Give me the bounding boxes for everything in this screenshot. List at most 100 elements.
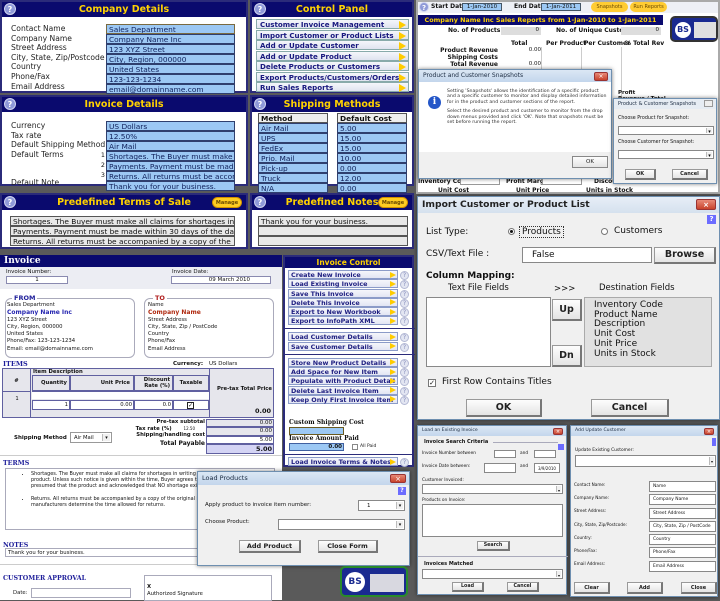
shipping-method-field[interactable]: Air Mail xyxy=(106,141,235,151)
close-form-button[interactable]: Close Form xyxy=(318,540,378,553)
end-date-field[interactable]: 1-Jan-2011 xyxy=(541,3,581,11)
add-update-product-button[interactable]: Add or Update Product xyxy=(256,50,409,61)
help-icon[interactable] xyxy=(712,438,716,446)
move-down-button[interactable]: Dn xyxy=(552,345,582,367)
cost-cell[interactable]: 12.00 xyxy=(337,173,407,183)
tax-rate-field[interactable]: 12.50% xyxy=(106,131,235,141)
item-description[interactable] xyxy=(32,391,209,399)
help-icon[interactable]: ? xyxy=(4,98,16,110)
country-field[interactable]: United States xyxy=(106,64,235,74)
email-input[interactable]: Email Address xyxy=(649,560,716,572)
help-icon[interactable]: ? xyxy=(400,386,409,396)
custom-shipping-field[interactable] xyxy=(289,427,344,435)
ok-button[interactable]: OK xyxy=(466,399,542,417)
add-update-customer-button[interactable]: Add or Update Customer xyxy=(256,40,409,50)
add-button[interactable]: Add xyxy=(627,582,663,594)
export-workbook-button[interactable]: Export to New Workbook? xyxy=(288,307,409,318)
save-invoice-button[interactable]: Save This Invoice? xyxy=(288,288,409,299)
help-icon[interactable]: ? xyxy=(400,377,409,387)
default-note-field[interactable]: Thank you for your business. xyxy=(106,181,235,191)
store-product-details-button[interactable]: Store New Product Details? xyxy=(288,357,409,368)
existing-customer-combo[interactable]: ▾ xyxy=(575,455,716,467)
country-input[interactable]: Country xyxy=(649,534,716,546)
help-icon[interactable]: ? xyxy=(400,289,409,299)
load-terms-notes-button[interactable]: Load Invoice Terms & Notes? xyxy=(288,457,409,467)
method-cell[interactable]: UPS xyxy=(258,133,328,143)
keep-first-item-button[interactable]: Keep Only First Invoice Item? xyxy=(288,394,409,405)
products-radio[interactable] xyxy=(508,228,515,235)
cost-cell[interactable]: 0.00 xyxy=(337,163,407,173)
customer-combo[interactable]: ▾ xyxy=(618,150,714,159)
destination-field[interactable]: Units in Stock xyxy=(594,349,711,360)
note-item[interactable] xyxy=(258,236,408,246)
close-icon[interactable]: × xyxy=(696,199,716,210)
all-paid-checkbox[interactable] xyxy=(352,444,358,450)
create-new-invoice-button[interactable]: Create New Invoice? xyxy=(288,270,409,280)
invoices-matched-combo[interactable]: ▾ xyxy=(422,569,563,579)
help-icon[interactable]: ? xyxy=(400,395,409,405)
start-date-field[interactable]: 1-Jan-2010 xyxy=(462,3,502,11)
load-button[interactable]: Load xyxy=(452,582,484,592)
term-item[interactable]: Returns. All returns must be accompanied… xyxy=(10,236,235,246)
cost-cell[interactable]: 5.00 xyxy=(337,123,407,133)
save-customer-details-button[interactable]: Save Customer Details? xyxy=(288,341,409,352)
cost-cell[interactable]: 0.00 xyxy=(337,183,407,193)
method-cell[interactable]: Pick-up xyxy=(258,163,328,173)
item-discount[interactable]: 0.0 xyxy=(134,400,173,410)
currency-field[interactable]: US Dollars xyxy=(106,121,235,131)
company-name-input[interactable]: Company Name xyxy=(649,494,716,506)
company-name-field[interactable]: Company Name Inc xyxy=(106,34,235,44)
close-button[interactable]: Close xyxy=(681,582,717,594)
help-icon[interactable]: ? xyxy=(254,196,266,208)
number-from-field[interactable] xyxy=(494,450,516,458)
cost-cell[interactable]: 15.00 xyxy=(337,133,407,143)
import-lists-button[interactable]: Import Customer or Product Lists xyxy=(256,29,409,40)
email-field[interactable]: email@domainname.com xyxy=(106,84,235,94)
item-unit-price[interactable]: 0.00 xyxy=(70,400,134,410)
shipping-value[interactable]: 5.00 xyxy=(206,435,274,444)
item-quantity[interactable]: 1 xyxy=(32,400,70,410)
street-address-input[interactable]: Street Address xyxy=(649,507,716,519)
help-icon[interactable]: ? xyxy=(400,317,409,327)
help-icon[interactable]: ? xyxy=(400,308,409,318)
city-input[interactable]: City, State, Zip / PostCode xyxy=(649,520,716,532)
load-existing-invoice-button[interactable]: Load Existing Invoice? xyxy=(288,279,409,290)
help-icon[interactable]: ? xyxy=(400,458,409,467)
browse-button[interactable]: Browse xyxy=(654,247,716,264)
populate-product-button[interactable]: Populate with Product Detail? xyxy=(288,376,409,387)
approval-date-field[interactable] xyxy=(31,588,131,598)
manage-terms-button[interactable]: Manage xyxy=(212,197,242,208)
manage-notes-button[interactable]: Manage xyxy=(378,197,408,208)
invoice-number-field[interactable]: 1 xyxy=(6,276,68,284)
customers-option-label[interactable]: Customers xyxy=(614,226,662,236)
amount-paid-field[interactable]: 0.00 xyxy=(289,443,344,451)
close-icon[interactable] xyxy=(704,100,713,107)
clear-button[interactable]: Clear xyxy=(574,582,610,594)
default-term-field[interactable]: Shortages. The Buyer must make all claim… xyxy=(106,151,235,161)
method-cell[interactable]: FedEx xyxy=(258,143,328,153)
add-space-item-button[interactable]: Add Space for New Item? xyxy=(288,367,409,378)
customer-combo[interactable]: ▾ xyxy=(422,484,563,494)
help-icon[interactable]: ? xyxy=(707,215,716,224)
run-reports-button[interactable]: Run Reports xyxy=(630,2,667,12)
help-icon[interactable]: ? xyxy=(398,487,406,495)
method-cell[interactable]: Air Mail xyxy=(258,123,328,133)
destination-fields-list[interactable]: Inventory Code Product Name Description … xyxy=(584,297,712,367)
cost-cell[interactable]: 10.00 xyxy=(337,153,407,163)
note-item[interactable] xyxy=(258,226,408,236)
invoice-date-field[interactable]: 09 March 2010 xyxy=(171,276,271,284)
product-combo[interactable]: ▾ xyxy=(618,126,714,135)
cancel-button[interactable]: Cancel xyxy=(672,169,708,180)
close-icon[interactable]: × xyxy=(390,474,406,483)
move-up-button[interactable]: Up xyxy=(552,299,582,321)
products-option-label[interactable]: Products xyxy=(519,226,564,238)
number-to-field[interactable] xyxy=(534,450,556,458)
method-cell[interactable]: N/A xyxy=(258,183,328,193)
city-field[interactable]: City, Region, 000000 xyxy=(106,54,235,64)
close-icon[interactable]: × xyxy=(594,72,608,81)
search-button[interactable]: Search xyxy=(477,541,510,551)
help-icon[interactable]: ? xyxy=(400,333,409,343)
csv-file-field[interactable]: False xyxy=(522,247,652,263)
contact-name-input[interactable]: Name xyxy=(649,481,716,492)
term-item[interactable]: Payments. Payment must be made within 30… xyxy=(10,226,235,236)
